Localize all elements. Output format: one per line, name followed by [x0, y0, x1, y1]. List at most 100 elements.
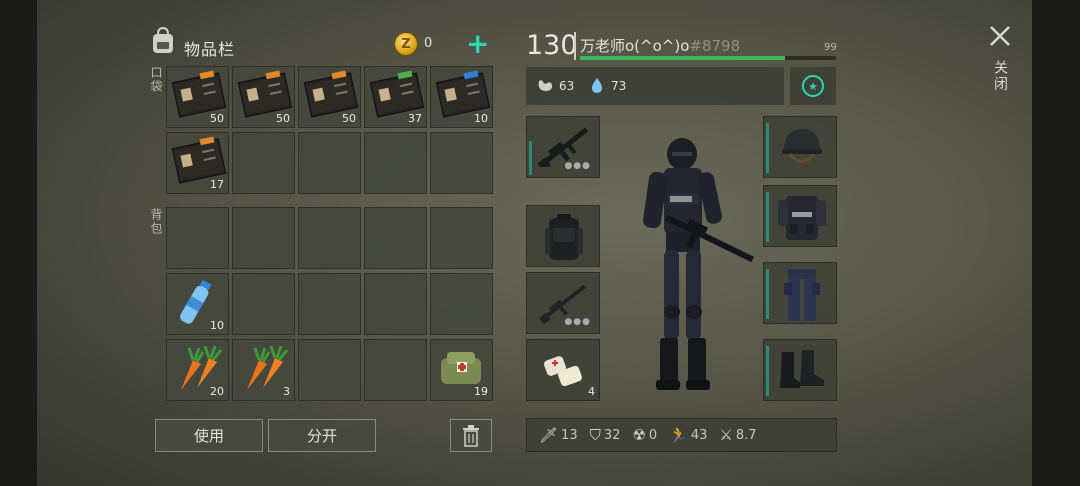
boots-slot[interactable] — [763, 339, 837, 401]
green-notebook-icon — [369, 70, 425, 118]
pocket-slot[interactable]: 50 — [166, 66, 229, 128]
stat-value: 8.7 — [735, 427, 757, 443]
durability-bar — [766, 192, 769, 242]
bandage-count: 4 — [588, 385, 595, 398]
stat-value: 0 — [648, 427, 658, 443]
water-drop-icon — [591, 78, 603, 93]
durability-bar — [766, 123, 769, 173]
backpack-slot[interactable] — [364, 273, 427, 335]
skills-star-button[interactable]: ★ — [802, 75, 824, 97]
split-button[interactable]: 分开 — [268, 419, 376, 452]
pocket-label: 口袋 — [149, 66, 163, 94]
helmet-icon — [782, 129, 822, 163]
trash-button[interactable] — [450, 419, 492, 452]
pocket-slot[interactable]: 17 — [166, 132, 229, 194]
hp-bar — [580, 56, 836, 60]
stat-radiation: ☢ 0 — [632, 426, 657, 444]
durability-bar — [529, 141, 532, 175]
inventory-title: 物品栏 — [184, 40, 236, 59]
stat-running: 🏃 43 — [669, 426, 707, 444]
backpack-slot[interactable]: 19 — [430, 339, 493, 401]
bandage-icon — [543, 356, 582, 387]
close-label[interactable]: 关闭 — [990, 60, 1010, 92]
item-count: 19 — [474, 385, 488, 398]
player-name-line: 万老师o(^o^)o#8798 — [580, 35, 740, 56]
item-count: 37 — [408, 112, 422, 125]
notebook-icon — [237, 70, 293, 118]
stat-stealth: ⚔ 8.7 — [719, 426, 756, 444]
item-count: 50 — [210, 112, 224, 125]
backpack-slot[interactable] — [232, 273, 295, 335]
pocket-slot[interactable]: 10 — [430, 66, 493, 128]
carrot-icon — [247, 346, 289, 390]
backpack-slot[interactable]: 10 — [166, 273, 229, 335]
durability-bar — [766, 269, 769, 319]
item-count: 3 — [283, 385, 290, 398]
quick-item-slot[interactable]: 4 — [526, 339, 600, 401]
backpack-slot[interactable] — [298, 273, 361, 335]
backpack-slot[interactable] — [298, 207, 361, 269]
player-name: 万老师o(^o^)o — [580, 37, 690, 55]
running-icon: 🏃 — [669, 426, 688, 444]
backpack-slot[interactable]: 3 — [232, 339, 295, 401]
stat-shield: ⛉ 32 — [590, 426, 621, 444]
stomach-icon — [538, 80, 553, 91]
backpack-slot[interactable] — [364, 339, 427, 401]
coin-icon: Z — [394, 32, 418, 56]
backpack-slot[interactable] — [232, 207, 295, 269]
backpack-slot[interactable] — [430, 273, 493, 335]
attachment-dots: ●●● — [564, 317, 591, 327]
character-stats-bar: 🗡 13 ⛉ 32 ☢ 0 🏃 43 ⚔ 8.7 — [526, 418, 837, 452]
pocket-slot[interactable]: 37 — [364, 66, 427, 128]
notebook-icon — [171, 70, 227, 118]
boots-icon — [780, 350, 824, 388]
item-count: 17 — [210, 178, 224, 191]
pants-slot[interactable] — [763, 262, 837, 324]
tactical-vest-icon — [778, 196, 826, 240]
tactical-backpack-icon — [545, 214, 583, 260]
body-armor-slot[interactable] — [763, 185, 837, 247]
hp-bar-fill — [580, 56, 785, 60]
backpack-slot[interactable] — [526, 205, 600, 267]
pocket-slot[interactable]: 50 — [298, 66, 361, 128]
item-count: 10 — [210, 319, 224, 332]
secondary-weapon-slot[interactable]: ●●● — [526, 272, 600, 334]
pocket-slot[interactable] — [298, 132, 361, 194]
knife-icon: 🗡 — [539, 426, 559, 444]
close-icon[interactable] — [988, 24, 1012, 48]
pocket-slot[interactable] — [430, 132, 493, 194]
item-count: 20 — [210, 385, 224, 398]
item-count: 50 — [342, 112, 356, 125]
durability-bar — [766, 346, 769, 396]
hp-value: 99 — [824, 42, 837, 53]
pocket-slot[interactable]: 50 — [232, 66, 295, 128]
backpack-slot[interactable] — [298, 339, 361, 401]
backpack-slot[interactable] — [364, 207, 427, 269]
trash-icon — [463, 424, 479, 447]
primary-weapon-slot[interactable]: ●●● — [526, 116, 600, 178]
stealth-icon: ⚔ — [719, 426, 733, 444]
backpack-slot[interactable] — [430, 207, 493, 269]
level-divider — [574, 32, 576, 60]
player-character-model — [643, 138, 754, 390]
player-tag: #8798 — [689, 37, 741, 55]
item-count: 10 — [474, 112, 488, 125]
attachment-dots: ●●● — [564, 161, 591, 171]
add-coins-button[interactable]: + — [466, 30, 489, 58]
radiation-icon: ☢ — [632, 426, 646, 444]
tactical-pants-icon — [784, 269, 820, 321]
shield-icon: ⛉ — [589, 426, 601, 444]
stat-value: 43 — [690, 427, 708, 443]
helmet-slot[interactable] — [763, 116, 837, 178]
use-button[interactable]: 使用 — [155, 419, 263, 452]
backpack-label: 背包 — [149, 208, 163, 236]
stat-value: 32 — [603, 427, 621, 443]
item-count: 50 — [276, 112, 290, 125]
backpack-slot[interactable]: 20 — [166, 339, 229, 401]
backpack-slot[interactable] — [166, 207, 229, 269]
game-screen: 物品栏 Z 0 + 口袋 背包 50 50 50 37 10 17 10 20 3 19 使用 分… — [0, 0, 1080, 486]
pocket-slot[interactable] — [364, 132, 427, 194]
pocket-slot[interactable] — [232, 132, 295, 194]
notebook-icon — [303, 70, 359, 118]
backpack-icon — [153, 26, 173, 53]
